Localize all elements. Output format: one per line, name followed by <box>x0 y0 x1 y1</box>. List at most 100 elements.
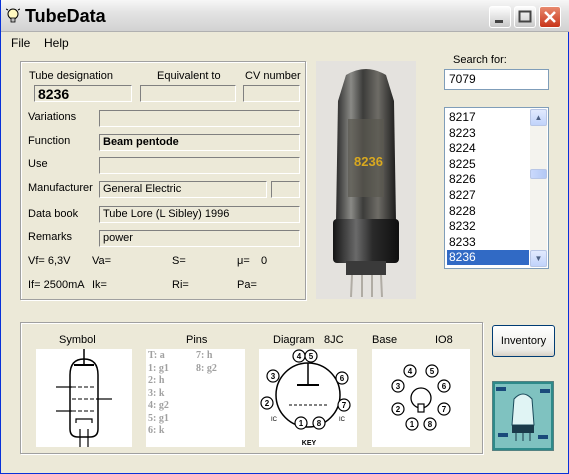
use-field[interactable] <box>99 157 300 174</box>
pa-value: Pa= <box>237 279 257 291</box>
s-value: S= <box>172 255 186 267</box>
pin-number: 7 <box>342 401 347 410</box>
symbol-label: Symbol <box>59 334 96 346</box>
lightbulb-icon <box>6 8 20 23</box>
mu-value: 0 <box>261 255 268 267</box>
remarks-label: Remarks <box>28 231 73 243</box>
tube-designation-field[interactable]: 8236 <box>34 85 132 102</box>
data-book-label: Data book <box>28 208 79 220</box>
variations-label: Variations <box>28 111 77 123</box>
minimize-icon <box>495 20 503 23</box>
pin-number: 1 <box>410 420 415 429</box>
manufacturer-label: Manufacturer <box>28 182 93 194</box>
pin-number: 8 <box>428 420 433 429</box>
pin-number: 2 <box>396 405 401 414</box>
list-item[interactable]: 8233 <box>447 235 529 250</box>
base-label: Base <box>372 334 398 346</box>
symbol-pane <box>36 349 132 447</box>
variations-field[interactable] <box>99 110 300 127</box>
search-input[interactable]: 7079 <box>444 69 549 90</box>
if-value: If= 2500mA <box>28 279 85 291</box>
tube-photo: 8236 <box>316 61 416 299</box>
pin-diagram-pane: KEY IC IC 3 45 6 7 8 2 1 <box>259 349 357 447</box>
pin-entry: 6: k <box>148 425 165 436</box>
list-item[interactable]: 8236 <box>447 250 529 266</box>
base-pane: 4 5 3 6 2 7 1 8 <box>372 349 470 447</box>
tube-designation-label: Tube designation <box>29 70 113 82</box>
pin-number: 6 <box>340 374 345 383</box>
pin-number: 5 <box>309 352 314 361</box>
pin-entry: 4: g2 <box>148 400 169 411</box>
app-window: TubeData File Help Tube designation Equi… <box>0 0 569 474</box>
close-icon <box>544 11 556 23</box>
list-item[interactable]: 8228 <box>447 204 529 219</box>
list-item[interactable]: 8227 <box>447 188 529 203</box>
use-label: Use <box>28 158 48 170</box>
search-label: Search for: <box>453 54 507 66</box>
ic-label-right: IC <box>339 417 346 423</box>
pin-number: 8 <box>317 419 322 428</box>
pin-number: 3 <box>271 372 276 381</box>
list-item[interactable]: 8225 <box>447 157 529 172</box>
vf-value: Vf= 6,3V <box>28 255 71 267</box>
title-bar[interactable]: TubeData <box>1 0 569 32</box>
scroll-up-button[interactable]: ▲ <box>530 109 547 126</box>
pin-number: 4 <box>408 367 413 376</box>
pins-label: Pins <box>186 334 208 346</box>
function-field[interactable]: Beam pentode <box>99 134 300 151</box>
menu-bar: File Help <box>1 33 569 53</box>
equivalent-to-label: Equivalent to <box>157 70 221 82</box>
list-item[interactable]: 8223 <box>447 126 529 141</box>
key-label: KEY <box>302 440 317 447</box>
scroll-down-button[interactable]: ▼ <box>530 250 547 267</box>
ic-label-left: IC <box>271 417 278 423</box>
manufacturer-field[interactable]: General Electric <box>99 181 267 198</box>
base-code: IO8 <box>435 334 453 346</box>
menu-help[interactable]: Help <box>44 36 69 50</box>
menu-file[interactable]: File <box>11 36 30 50</box>
list-item[interactable]: 8226 <box>447 172 529 187</box>
tube-symbol-icon <box>56 349 112 447</box>
pin-entry: T: a <box>148 350 165 361</box>
mu-label: μ= <box>237 255 250 267</box>
diagram-label: Diagram <box>273 334 315 346</box>
equivalent-to-field[interactable] <box>140 85 236 102</box>
close-button[interactable] <box>539 6 561 28</box>
function-label: Function <box>28 135 71 147</box>
tube-print-text: 8236 <box>354 154 383 169</box>
manufacturer-code-field[interactable] <box>271 181 300 198</box>
pin-entry: 8: g2 <box>196 362 217 374</box>
pin-entry: 5: g1 <box>148 412 169 424</box>
pin-diagram: KEY IC IC 3 4 5 6 7 8 2 1 <box>260 349 351 447</box>
pin-number: 2 <box>265 399 270 408</box>
remarks-field[interactable]: power <box>99 230 300 247</box>
cv-number-label: CV number <box>245 70 301 82</box>
list-item[interactable]: 8224 <box>447 141 529 156</box>
pin-number: 3 <box>396 382 401 391</box>
list-item[interactable]: 8232 <box>447 219 529 234</box>
pin-number: 1 <box>299 419 304 428</box>
pin-entry: 3: k <box>148 387 165 399</box>
scroll-thumb[interactable] <box>530 169 547 179</box>
pin-number: 6 <box>442 382 447 391</box>
pin-entry: 1: g1 <box>148 362 169 374</box>
tube-listbox[interactable]: 8217 8223 8224 8225 8226 8227 8228 8232 8233 8236… <box>444 107 549 269</box>
ik-value: Ik= <box>92 279 107 291</box>
pins-pane: T: a 1: g1 2: h 3: k 4: g2 5: g1 6: k 7: h 8: g… <box>146 349 245 447</box>
inventory-button[interactable]: Inventory <box>492 325 555 357</box>
pin-number: 4 <box>297 352 302 361</box>
pin-entry: 2: h <box>148 375 165 386</box>
pin-number: 7 <box>442 405 447 414</box>
list-item[interactable]: 8217 <box>447 110 529 125</box>
diagram-code: 8JC <box>324 334 344 346</box>
tube-logo-icon[interactable] <box>492 381 554 451</box>
minimize-button[interactable] <box>489 6 511 28</box>
data-book-field[interactable]: Tube Lore (L Sibley) 1996 <box>99 206 300 223</box>
pin-entry: 7: h <box>196 350 213 361</box>
maximize-button[interactable] <box>514 6 536 28</box>
ri-value: Ri= <box>172 279 189 291</box>
window-title: TubeData <box>25 6 106 26</box>
cv-number-field[interactable] <box>243 85 300 102</box>
base-diagram: 4 5 3 6 2 7 1 8 <box>391 364 451 431</box>
list-scrollbar[interactable]: ▲ ▼ <box>530 109 547 267</box>
